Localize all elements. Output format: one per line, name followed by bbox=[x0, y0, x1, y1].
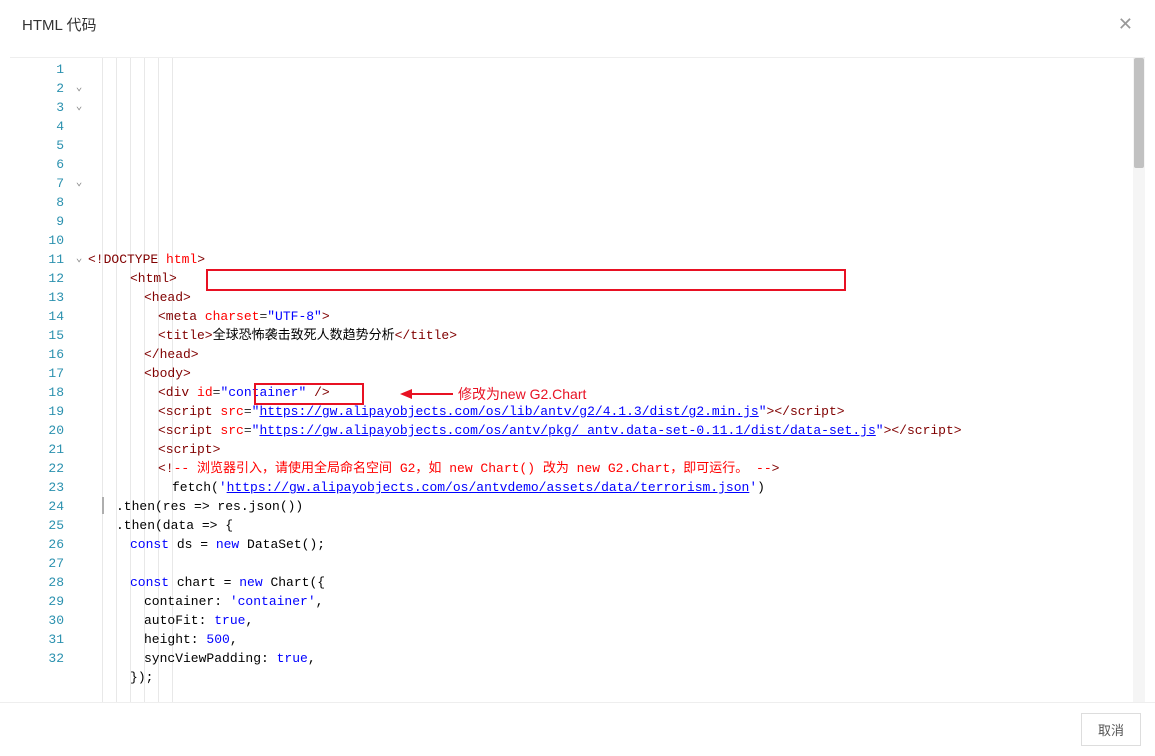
code-line[interactable]: <html> bbox=[88, 269, 1145, 288]
cancel-button[interactable]: 取消 bbox=[1081, 713, 1141, 746]
annotation-arrow bbox=[398, 384, 458, 404]
code-line[interactable]: <script> bbox=[88, 440, 1145, 459]
scrollbar-track[interactable] bbox=[1133, 58, 1145, 702]
modal-container: HTML 代码 ✕ 123456789101112131415161718192… bbox=[0, 0, 1155, 756]
code-line[interactable]: fetch('https://gw.alipayobjects.com/os/a… bbox=[88, 478, 1145, 497]
code-line[interactable]: const chart = new Chart({ bbox=[88, 573, 1145, 592]
code-line[interactable]: syncViewPadding: true, bbox=[88, 649, 1145, 668]
code-line[interactable]: .then(res => res.json()) bbox=[88, 497, 1145, 516]
scrollbar-thumb[interactable] bbox=[1134, 58, 1144, 168]
code-line[interactable]: .then(data => { bbox=[88, 516, 1145, 535]
code-line[interactable]: <script src="https://gw.alipayobjects.co… bbox=[88, 402, 1145, 421]
code-line[interactable]: <div id="container" /> bbox=[88, 383, 1145, 402]
code-line[interactable]: <!-- 浏览器引入，请使用全局命名空间 G2，如 new Chart() 改为… bbox=[88, 459, 1145, 478]
code-line[interactable]: const ds = new DataSet(); bbox=[88, 535, 1145, 554]
code-line[interactable]: <script src="https://gw.alipayobjects.co… bbox=[88, 421, 1145, 440]
code-line[interactable]: height: 500, bbox=[88, 630, 1145, 649]
modal-footer: 取消 bbox=[0, 702, 1155, 756]
code-line[interactable]: <!DOCTYPE html> bbox=[88, 250, 1145, 269]
code-line[interactable]: <head> bbox=[88, 288, 1145, 307]
code-line[interactable]: autoFit: true, bbox=[88, 611, 1145, 630]
annotation-text: 修改为new G2.Chart bbox=[458, 385, 586, 404]
code-content[interactable]: <!DOCTYPE html><html><head><meta charset… bbox=[88, 58, 1145, 702]
fold-column[interactable]: ⌄⌄⌄⌄ bbox=[70, 58, 88, 702]
modal-header: HTML 代码 ✕ bbox=[0, 0, 1155, 49]
close-icon[interactable]: ✕ bbox=[1118, 14, 1133, 35]
line-number-gutter: 1234567891011121314151617181920212223242… bbox=[10, 58, 70, 702]
code-line[interactable]: <body> bbox=[88, 364, 1145, 383]
code-line[interactable]: <meta charset="UTF-8"> bbox=[88, 307, 1145, 326]
code-line[interactable]: container: 'container', bbox=[88, 592, 1145, 611]
code-line[interactable] bbox=[88, 687, 1145, 702]
code-editor[interactable]: 1234567891011121314151617181920212223242… bbox=[10, 57, 1145, 702]
modal-title: HTML 代码 bbox=[22, 14, 96, 35]
code-line[interactable]: <title>全球恐怖袭击致死人数趋势分析</title> bbox=[88, 326, 1145, 345]
code-line[interactable]: }); bbox=[88, 668, 1145, 687]
code-line[interactable] bbox=[88, 554, 1145, 573]
text-cursor bbox=[102, 497, 104, 514]
code-line[interactable]: </head> bbox=[88, 345, 1145, 364]
